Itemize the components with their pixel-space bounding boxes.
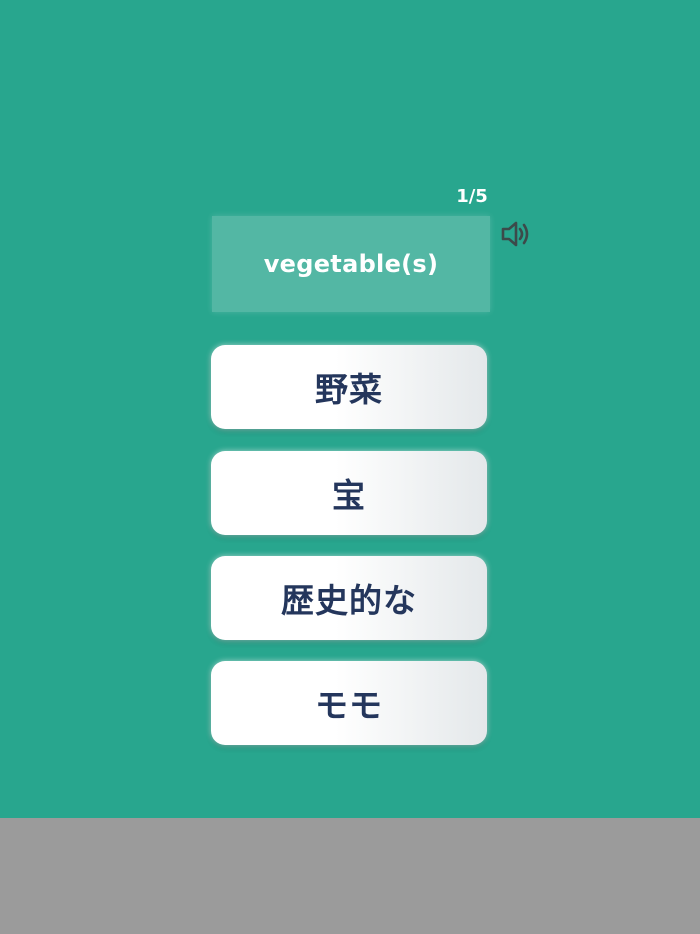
progress-counter: 1/5 xyxy=(456,186,488,207)
answer-option-label: 野菜 xyxy=(315,370,383,409)
quiz-screen: 1/5 vegetable(s) 野菜 宝 歴史的な モモ xyxy=(0,0,700,818)
question-word: vegetable(s) xyxy=(263,250,439,278)
question-word-card: vegetable(s) xyxy=(212,216,490,312)
answer-option-1[interactable]: 野菜 xyxy=(211,345,487,429)
answer-option-4[interactable]: モモ xyxy=(211,661,487,745)
answer-option-3[interactable]: 歴史的な xyxy=(211,556,487,640)
answer-option-label: 歴史的な xyxy=(281,581,417,620)
answer-option-label: 宝 xyxy=(332,476,366,515)
answer-option-label: モモ xyxy=(315,686,383,725)
speaker-icon[interactable] xyxy=(499,219,533,249)
answer-option-2[interactable]: 宝 xyxy=(211,451,487,535)
bottom-bar xyxy=(0,818,700,934)
